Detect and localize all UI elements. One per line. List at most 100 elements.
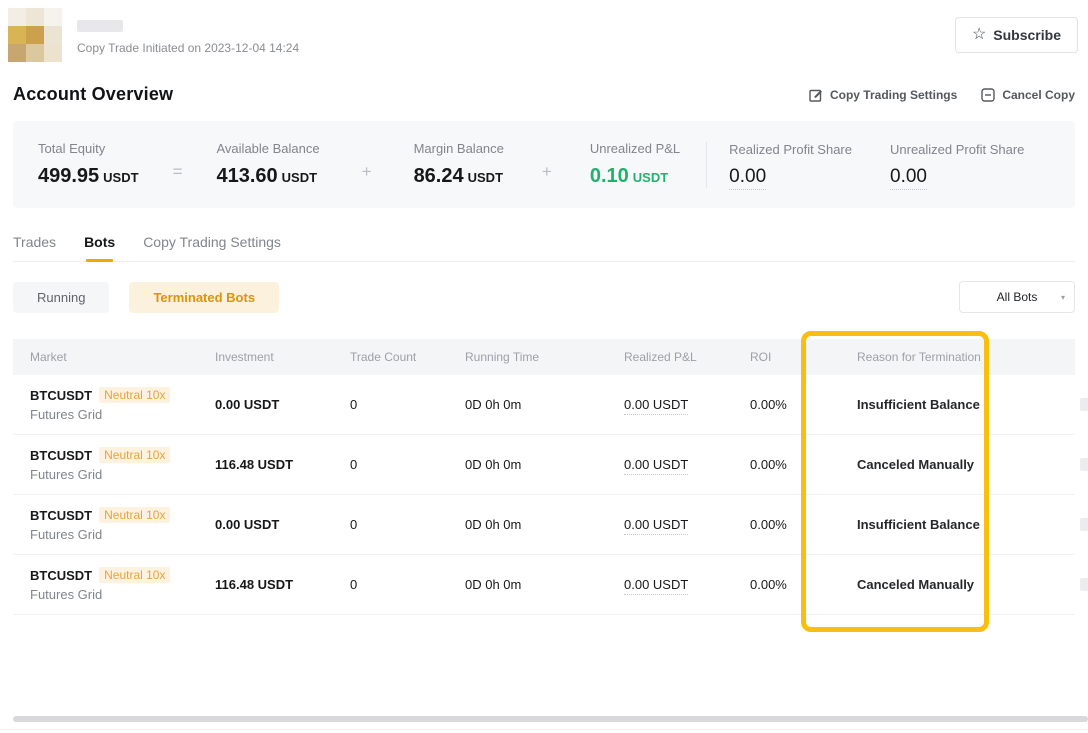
column-header-market: Market [13,350,198,364]
table-row[interactable]: BTCUSDTNeutral 10x Futures Grid 0.00 USD… [13,375,1075,435]
reason-cell: Insufficient Balance [840,517,1025,532]
subscribe-button[interactable]: ☆ Subscribe [955,17,1078,53]
column-header-roi: ROI [733,350,840,364]
investment-cell: 0.00 USDT [198,517,333,532]
trader-name-redacted [77,20,123,32]
avatar-pixel [8,26,26,44]
market-cell: BTCUSDT Neutral 10x Futures Grid [13,567,198,602]
realized-pnl-cell: 0.00 USDT [607,577,733,592]
minus-square-icon [981,88,995,102]
stat-value: 0.10USDT [590,165,680,188]
stat-label: Realized Profit Share [729,142,852,157]
realized-pnl-cell: 0.00 USDT [607,397,733,412]
stat-label: Margin Balance [414,141,504,156]
stat-unrealized-profit-share: Unrealized Profit Share 0.00 [890,142,1024,188]
avatar-pixel [8,8,26,26]
subtab-terminated-bots[interactable]: Terminated Bots [129,282,279,313]
avatar-pixel [26,8,44,26]
market-cell: BTCUSDTNeutral 10x Futures Grid [13,507,198,542]
horizontal-scrollbar[interactable] [13,716,1088,722]
stat-label: Unrealized Profit Share [890,142,1024,157]
reason-cell: Insufficient Balance [840,397,1025,412]
stat-value: 413.60USDT [217,165,320,188]
copy-trade-initiated-text: Copy Trade Initiated on 2023-12-04 14:24 [77,41,299,55]
trader-profile: Copy Trade Initiated on 2023-12-04 14:24 [8,8,299,62]
stat-value: 0.00 [729,166,852,188]
column-header-running-time: Running Time [448,350,607,364]
trade-count-cell: 0 [333,457,448,472]
stat-label: Unrealized P&L [590,141,680,156]
tab-copy-trading-settings[interactable]: Copy Trading Settings [143,234,281,250]
redacted-content [1080,458,1088,471]
leverage-badge: Neutral 10x [99,507,170,523]
stat-label: Total Equity [38,141,139,156]
tab-trades[interactable]: Trades [13,234,56,250]
investment-cell: 0.00 USDT [198,397,333,412]
bottom-divider [0,729,1088,730]
running-time-cell: 0D 0h 0m [448,397,607,412]
roi-cell: 0.00% [733,517,840,532]
investment-cell: 116.48 USDT [198,577,333,592]
avatar-pixel [26,26,44,44]
account-stats-panel: Total Equity 499.95USDT = Available Bala… [13,121,1075,208]
edit-icon [809,88,823,102]
table-row[interactable]: BTCUSDTNeutral 10x Futures Grid 0.00 USD… [13,495,1075,555]
cancel-copy-label: Cancel Copy [1002,88,1075,102]
running-time-cell: 0D 0h 0m [448,577,607,592]
all-bots-dropdown[interactable]: All Bots ▾ [959,281,1075,313]
main-tabs: Trades Bots Copy Trading Settings [13,234,1075,262]
roi-cell: 0.00% [733,457,840,472]
trade-count-cell: 0 [333,397,448,412]
stat-value: 86.24USDT [414,165,504,188]
redacted-action-cell [1025,458,1088,471]
table-row[interactable]: BTCUSDTNeutral 10x Futures Grid 116.48 U… [13,435,1075,495]
running-time-cell: 0D 0h 0m [448,517,607,532]
page-title: Account Overview [13,84,173,105]
column-header-trade-count: Trade Count [333,350,448,364]
column-header-reason: Reason for Termination [840,350,1025,364]
strategy-label: Futures Grid [30,587,198,602]
stat-unrealized-pnl: Unrealized P&L 0.10USDT [590,141,680,188]
all-bots-selected-value: All Bots [997,290,1038,304]
realized-pnl-cell: 0.00 USDT [607,457,733,472]
overview-actions: Copy Trading Settings Cancel Copy [809,88,1075,102]
avatar-pixel [26,44,44,62]
account-overview-header: Account Overview Copy Trading Settings [13,84,1075,105]
avatar-pixel [8,44,26,62]
avatar-pixel [44,26,62,44]
page-header: Copy Trade Initiated on 2023-12-04 14:24… [0,0,1088,62]
roi-cell: 0.00% [733,577,840,592]
market-cell: BTCUSDTNeutral 10x Futures Grid [13,447,198,482]
leverage-badge: Neutral 10x [99,567,170,583]
subtab-running[interactable]: Running [13,282,109,313]
market-symbol: BTCUSDT [30,568,92,583]
reason-cell: Canceled Manually [840,457,1025,472]
plus-operator: + [542,162,552,182]
trader-avatar [8,8,62,62]
leverage-badge: Neutral 10x [99,447,170,463]
column-header-investment: Investment [198,350,333,364]
stat-value: 0.00 [890,166,1024,188]
redacted-action-cell [1025,518,1088,531]
chevron-down-icon: ▾ [1061,293,1065,302]
redacted-action-cell [1025,398,1088,411]
market-symbol: BTCUSDT [30,388,92,403]
stat-value: 499.95USDT [38,165,139,188]
trader-info: Copy Trade Initiated on 2023-12-04 14:24 [77,20,299,62]
copy-trading-settings-button[interactable]: Copy Trading Settings [809,88,957,102]
redacted-content [1080,518,1088,531]
tab-bots[interactable]: Bots [84,234,115,250]
stats-divider [706,142,707,188]
leverage-badge: Neutral 10x [99,387,170,403]
stat-available-balance: Available Balance 413.60USDT [217,141,320,188]
market-cell: BTCUSDTNeutral 10x Futures Grid [13,387,198,422]
trade-count-cell: 0 [333,517,448,532]
market-symbol: BTCUSDT [30,508,92,523]
cancel-copy-button[interactable]: Cancel Copy [981,88,1075,102]
copy-trading-settings-label: Copy Trading Settings [830,88,957,102]
investment-cell: 116.48 USDT [198,457,333,472]
stat-realized-profit-share: Realized Profit Share 0.00 [729,142,852,188]
table-row[interactable]: BTCUSDT Neutral 10x Futures Grid 116.48 U… [13,555,1075,615]
realized-pnl-cell: 0.00 USDT [607,517,733,532]
redacted-action-cell [1025,578,1088,591]
